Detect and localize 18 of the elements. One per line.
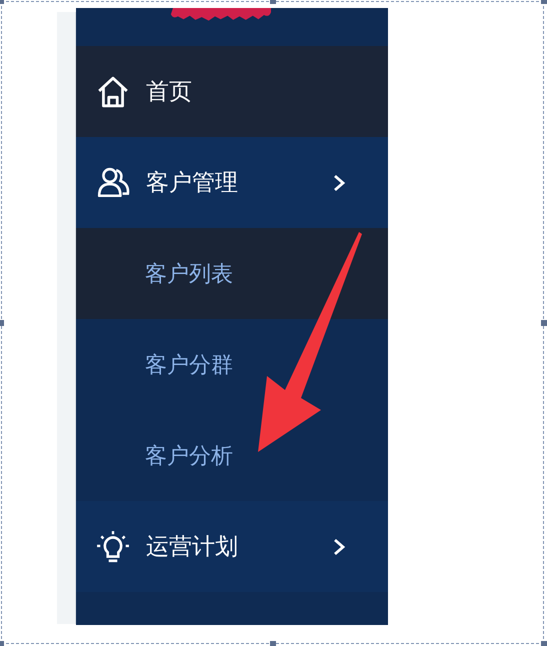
lightbulb-icon — [96, 530, 130, 564]
menu-item[interactable]: 客户列表 — [76, 228, 388, 319]
home-icon — [96, 74, 130, 108]
menu-label: 客户分群 — [145, 352, 233, 380]
menu-label: 运营计划 — [146, 533, 238, 562]
menu-item[interactable]: 首页 — [76, 46, 388, 137]
resize-handle[interactable] — [270, 641, 276, 646]
menu-item[interactable]: 客户管理 — [76, 137, 388, 228]
menu-label: 首页 — [146, 78, 192, 107]
menu-label: 客户管理 — [146, 169, 238, 198]
users-icon — [96, 166, 130, 200]
chevron-icon — [332, 172, 346, 192]
resize-handle[interactable] — [541, 320, 547, 326]
menu-label: 客户列表 — [145, 260, 233, 288]
menu-label: 客户分析 — [145, 442, 233, 470]
chevron-icon — [332, 536, 346, 556]
menu-item[interactable]: 运营计划 — [76, 501, 388, 592]
resize-handle[interactable] — [541, 641, 547, 646]
